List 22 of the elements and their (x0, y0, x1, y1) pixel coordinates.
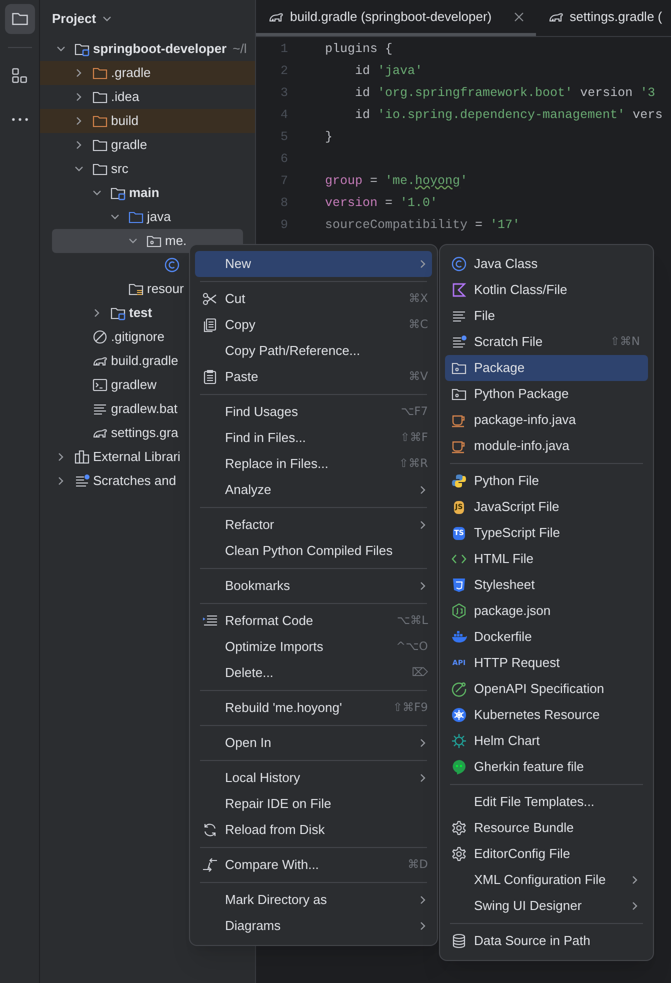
shortcut-label: ⇧⌘F9 (392, 699, 428, 716)
panel-title: Project (52, 10, 96, 28)
shortcut-label: ⇧⌘N (610, 333, 640, 350)
code-line: id 'java' (354, 62, 423, 80)
path-hint: ~/l (232, 40, 247, 58)
code-line: version = '1.0' (325, 194, 438, 212)
code-line: plugins { (325, 40, 393, 58)
shortcut-label: ⌘V (408, 368, 428, 386)
code-line: group = 'me.hoyong' (325, 172, 468, 190)
shortcut-label: ⌘D (408, 856, 428, 874)
shortcut-label: ⌘C (408, 316, 428, 334)
shortcut-label: ⌦ (412, 664, 428, 682)
shortcut-label: ⇧⌘R (398, 455, 428, 472)
code-line: } (325, 128, 333, 146)
shortcut-label: ⌥F7 (400, 403, 428, 420)
shortcut-label: ⇧⌘F (400, 429, 428, 446)
shortcut-label: ⌥⌘L (396, 612, 428, 630)
code-line: id 'org.springframework.boot' version '3 (354, 84, 656, 102)
shortcut-label: ^⌥O (396, 638, 428, 656)
code-line: id 'io.spring.dependency-management' vers (354, 106, 663, 124)
code-line: sourceCompatibility = '17' (325, 216, 520, 234)
shortcut-label: ⌘X (408, 290, 428, 308)
